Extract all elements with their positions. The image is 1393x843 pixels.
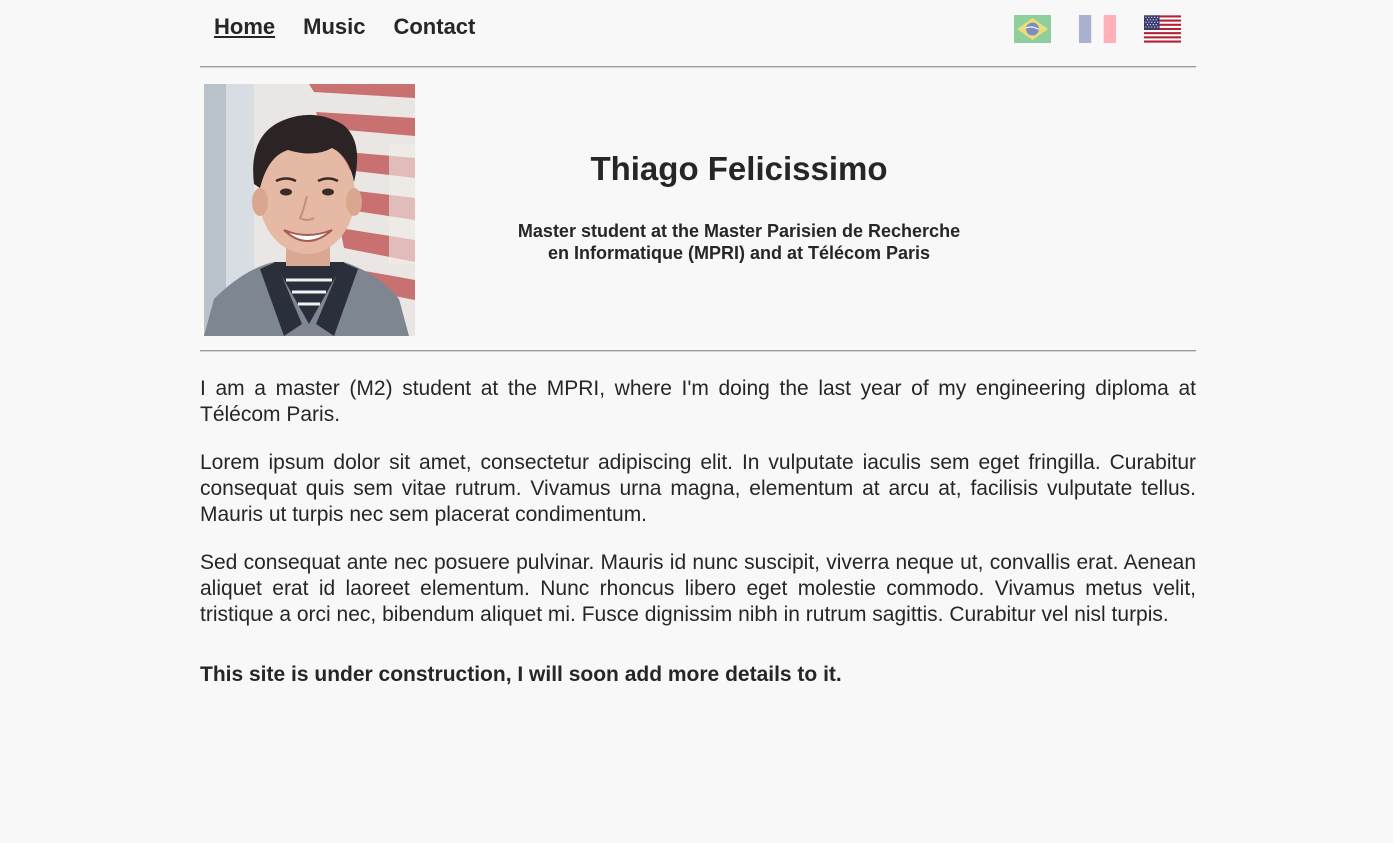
tagline-line-1: Master student at the Master Parisien de… <box>517 221 961 241</box>
profile-header: Thiago Felicissimo Master student at the… <box>200 68 1196 350</box>
nav-home-link[interactable]: Home <box>214 14 275 40</box>
usa-flag-icon[interactable] <box>1144 15 1181 43</box>
page: Home Music Contact Thiago Felicissimo Ma… <box>200 0 1196 710</box>
main-content: I am a master (M2) student at the MPRI, … <box>200 352 1196 688</box>
profile-name: Thiago Felicissimo <box>590 150 888 187</box>
france-flag-icon[interactable] <box>1079 15 1116 43</box>
profile-photo <box>204 84 415 336</box>
nav-links: Home Music Contact <box>214 14 475 40</box>
nav-contact-link[interactable]: Contact <box>393 14 475 40</box>
intro-paragraph: I am a master (M2) student at the MPRI, … <box>200 377 1196 426</box>
lorem-paragraph-2: Sed consequat ante nec posuere pulvinar.… <box>200 551 1196 626</box>
profile-tagline: Master student at the Master Parisien de… <box>489 220 989 264</box>
tagline-line-2: en Informatique (MPRI) and at Télécom Pa… <box>547 243 931 263</box>
lorem-paragraph-1: Lorem ipsum dolor sit amet, consectetur … <box>200 451 1196 526</box>
language-switcher <box>1014 15 1181 43</box>
construction-notice: This site is under construction, I will … <box>200 663 842 686</box>
top-nav: Home Music Contact <box>200 0 1196 66</box>
nav-music-link[interactable]: Music <box>303 14 365 40</box>
brazil-flag-icon[interactable] <box>1014 15 1051 43</box>
